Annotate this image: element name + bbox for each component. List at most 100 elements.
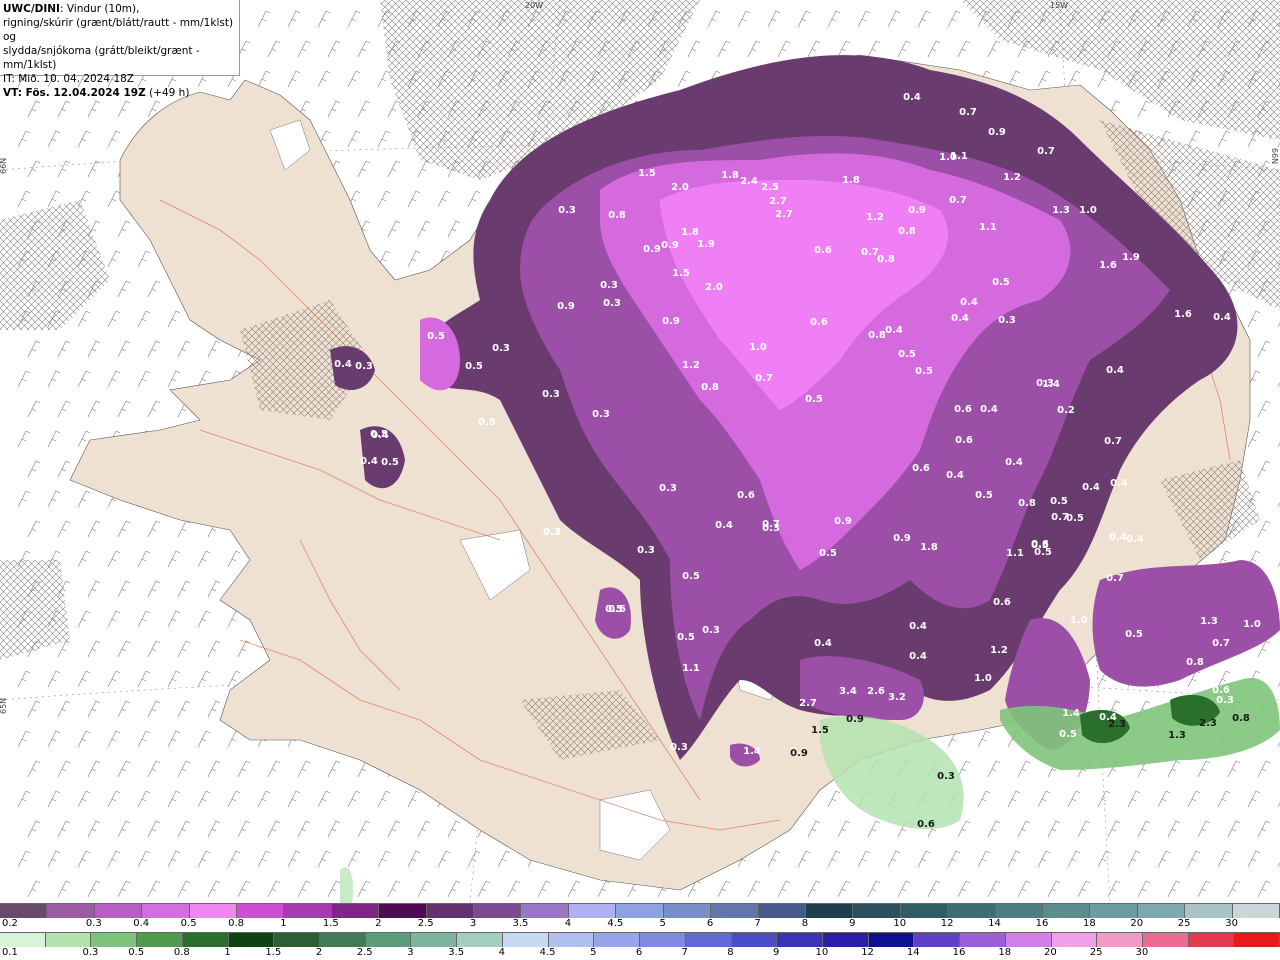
precip-value-label: 1.4 xyxy=(1042,379,1060,390)
legend-swatch xyxy=(142,904,190,918)
precip-value-label: 2.0 xyxy=(671,182,689,193)
precip-value-label: 1.5 xyxy=(672,268,690,279)
legend-label: 0.5 xyxy=(180,918,197,929)
precip-value-label: 0.6 xyxy=(955,435,973,446)
legend-label: 18 xyxy=(998,947,1012,958)
precip-value-label: 0.9 xyxy=(834,516,852,527)
precip-value-label: 0.4 xyxy=(1110,478,1128,489)
precip-value-label: 0.9 xyxy=(662,316,680,327)
precip-value-label: 0.6 xyxy=(993,597,1011,608)
precip-value-label: 0.8 xyxy=(608,210,626,221)
legend-label: 6 xyxy=(706,918,714,929)
precip-value-label: 0.9 xyxy=(893,533,911,544)
precip-value-label: 0.6 xyxy=(608,604,626,615)
precip-value-label: 0.5 xyxy=(1050,496,1068,507)
legend-swatch xyxy=(1232,904,1280,918)
legend-label: 1.5 xyxy=(322,918,339,929)
legend-swatch xyxy=(426,904,475,918)
precip-value-label: 1.2 xyxy=(682,360,700,371)
legend-label: 2.5 xyxy=(417,918,434,929)
precip-value-label: 1.1 xyxy=(682,663,700,674)
precip-value-label: 0.4 xyxy=(1213,312,1231,323)
legend-swatch xyxy=(365,933,412,947)
rain-value-label: 0.3 xyxy=(937,771,955,782)
precip-value-label: 1.4 xyxy=(743,746,761,757)
legend-label: 14 xyxy=(988,918,1001,929)
legend-swatch xyxy=(1042,904,1091,918)
legend-label: 0.8 xyxy=(173,947,190,958)
precip-value-label: 0.5 xyxy=(1059,729,1077,740)
precip-value-label: 0.4 xyxy=(909,621,927,632)
precip-value-label: 1.9 xyxy=(697,239,715,250)
legend-label: 6 xyxy=(635,947,643,958)
legend-label: 0.3 xyxy=(82,947,99,958)
legend-swatch xyxy=(137,933,183,947)
legend-label: 2.5 xyxy=(356,947,373,958)
precip-value-label: 0.3 xyxy=(542,389,560,400)
precip-value-label: 0.4 xyxy=(1082,482,1100,493)
legend-swatch xyxy=(45,933,92,947)
legend-label: 0.3 xyxy=(85,918,102,929)
legend-swatch xyxy=(914,933,961,947)
precip-value-label: 0.8 xyxy=(1186,657,1204,668)
legend-swatch xyxy=(594,933,641,947)
legend-swatch xyxy=(640,933,686,947)
precip-value-label: 0.9 xyxy=(908,205,926,216)
legend-label: 1.5 xyxy=(265,947,282,958)
legend-label: 25 xyxy=(1177,918,1191,929)
precip-value-label: 0.6 xyxy=(810,317,828,328)
precip-value-label: 0.5 xyxy=(898,349,916,360)
precip-value-label: 0.5 xyxy=(992,277,1010,288)
legend-label: 2 xyxy=(315,947,323,958)
rain-value-label: 0.6 xyxy=(917,819,935,830)
precip-value-label: 0.6 xyxy=(737,490,755,501)
rain-value-label: 0.8 xyxy=(1232,713,1250,724)
precip-value-label: 0.5 xyxy=(370,429,388,440)
legend-swatch xyxy=(853,904,901,918)
precip-value-label: 0.5 xyxy=(915,366,933,377)
legend-swatch xyxy=(189,904,238,918)
legend-swatch xyxy=(685,933,732,947)
precip-value-label: 1.2 xyxy=(990,645,1008,656)
precip-value-label: 1.4 xyxy=(1062,708,1080,719)
legend-swatch xyxy=(1090,904,1138,918)
legend-label: 16 xyxy=(1035,918,1049,929)
legend-swatch xyxy=(502,933,549,947)
legend-label: 0.2 xyxy=(2,918,18,929)
legend-swatch xyxy=(805,904,854,918)
precip-value-label: 0.4 xyxy=(474,542,492,553)
precip-value-label: 3.2 xyxy=(888,692,906,703)
rain-value-label: 0.9 xyxy=(790,748,808,759)
info-line-3: slydda/snjókoma (grátt/bleikt/grænt - mm… xyxy=(3,45,200,71)
precip-value-label: 0.6 xyxy=(912,463,930,474)
legend-swatch xyxy=(457,933,503,947)
precip-value-label: 0.7 xyxy=(959,107,977,118)
legend-swatch xyxy=(548,933,595,947)
forecast-hours: (+49 h) xyxy=(145,87,190,99)
precip-value-label: 1.2 xyxy=(866,212,884,223)
snow-legend-bar xyxy=(0,903,1280,918)
rain-value-label: 1.3 xyxy=(1168,730,1186,741)
precip-value-label: 0.4 xyxy=(1109,532,1127,543)
legend-swatch xyxy=(284,904,332,918)
legend-label: 5 xyxy=(659,918,666,929)
legend-swatch xyxy=(228,933,275,947)
legend-swatch xyxy=(94,904,143,918)
legend-swatch xyxy=(948,904,996,918)
legend-swatch xyxy=(711,904,759,918)
precip-value-label: 0.7 xyxy=(949,195,967,206)
valid-time: VT: Fös. 12.04.2024 19Z xyxy=(3,87,146,99)
legend-swatch xyxy=(0,904,48,918)
precip-value-label: 0.3 xyxy=(998,315,1016,326)
lon-label-15w: 15W xyxy=(1050,1,1068,10)
legend-label: 30 xyxy=(1135,947,1149,958)
precip-value-label: 2.0 xyxy=(705,282,723,293)
precip-value-label: 0.9 xyxy=(643,244,661,255)
legend-label: 3.5 xyxy=(448,947,465,958)
legend-swatch xyxy=(379,904,427,918)
legend-swatch xyxy=(320,933,366,947)
legend-label: 10 xyxy=(815,947,829,958)
precip-value-label: 0.3 xyxy=(659,483,677,494)
precip-value-label: 0.3 xyxy=(592,409,610,420)
legend-swatch xyxy=(411,933,458,947)
